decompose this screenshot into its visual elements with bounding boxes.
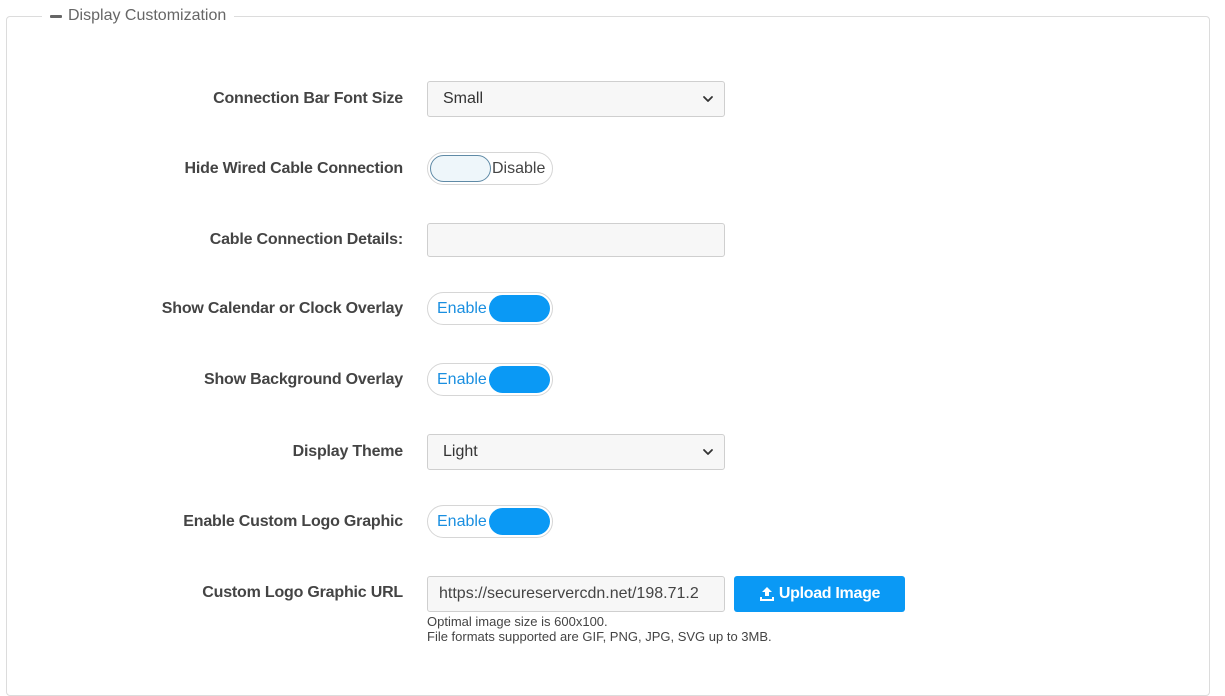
cable-details-row: Cable Connection Details: <box>0 223 1225 257</box>
font-size-row: Connection Bar Font Size Small <box>0 81 1225 117</box>
toggle-knob <box>489 508 550 535</box>
calendar-clock-row: Show Calendar or Clock Overlay Enable <box>0 292 1225 325</box>
file-format-hint: File formats supported are GIF, PNG, JPG… <box>427 629 772 644</box>
toggle-knob <box>430 155 491 182</box>
calendar-clock-toggle[interactable]: Enable <box>427 292 553 325</box>
display-theme-row: Display Theme Light <box>0 434 1225 470</box>
upload-button-label: Upload Image <box>778 585 881 602</box>
background-overlay-label: Show Background Overlay <box>203 370 403 388</box>
image-size-hint: Optimal image size is 600x100. <box>427 614 608 629</box>
hide-wired-row: Hide Wired Cable Connection Disable <box>0 152 1225 185</box>
cable-details-label: Cable Connection Details: <box>209 231 403 248</box>
section-toggle[interactable]: Display Customization <box>42 5 235 27</box>
hide-wired-toggle[interactable]: Disable <box>427 152 553 185</box>
minus-icon <box>50 14 62 18</box>
custom-logo-label: Enable Custom Logo Graphic <box>183 512 403 530</box>
logo-help-text: Optimal image size is 600x100. File form… <box>427 614 772 644</box>
custom-logo-row: Enable Custom Logo Graphic Enable <box>0 505 1225 538</box>
toggle-state-label: Enable <box>437 513 487 530</box>
toggle-knob <box>489 366 550 393</box>
background-overlay-row: Show Background Overlay Enable <box>0 363 1225 396</box>
section-title: Display Customization <box>68 7 227 24</box>
font-size-value: Small <box>443 90 484 107</box>
chevron-down-icon <box>703 96 713 102</box>
toggle-knob <box>489 295 550 322</box>
chevron-down-icon <box>703 449 713 455</box>
logo-url-input[interactable] <box>427 576 725 612</box>
calendar-clock-label: Show Calendar or Clock Overlay <box>161 299 403 317</box>
cable-details-input[interactable] <box>427 223 725 257</box>
toggle-state-label: Disable <box>492 160 546 177</box>
display-theme-label: Display Theme <box>292 443 404 460</box>
font-size-label: Connection Bar Font Size <box>213 90 403 107</box>
toggle-state-label: Enable <box>437 371 487 388</box>
background-overlay-toggle[interactable]: Enable <box>427 363 553 396</box>
toggle-state-label: Enable <box>437 300 487 317</box>
logo-url-label: Custom Logo Graphic URL <box>202 584 403 601</box>
font-size-select[interactable]: Small <box>427 81 725 117</box>
upload-image-button[interactable]: Upload Image <box>734 576 905 612</box>
upload-icon <box>759 587 774 601</box>
display-theme-value: Light <box>443 443 478 460</box>
logo-url-row: Custom Logo Graphic URL Upload Image <box>0 576 1225 612</box>
display-theme-select[interactable]: Light <box>427 434 725 470</box>
hide-wired-label: Hide Wired Cable Connection <box>184 159 404 177</box>
custom-logo-toggle[interactable]: Enable <box>427 505 553 538</box>
